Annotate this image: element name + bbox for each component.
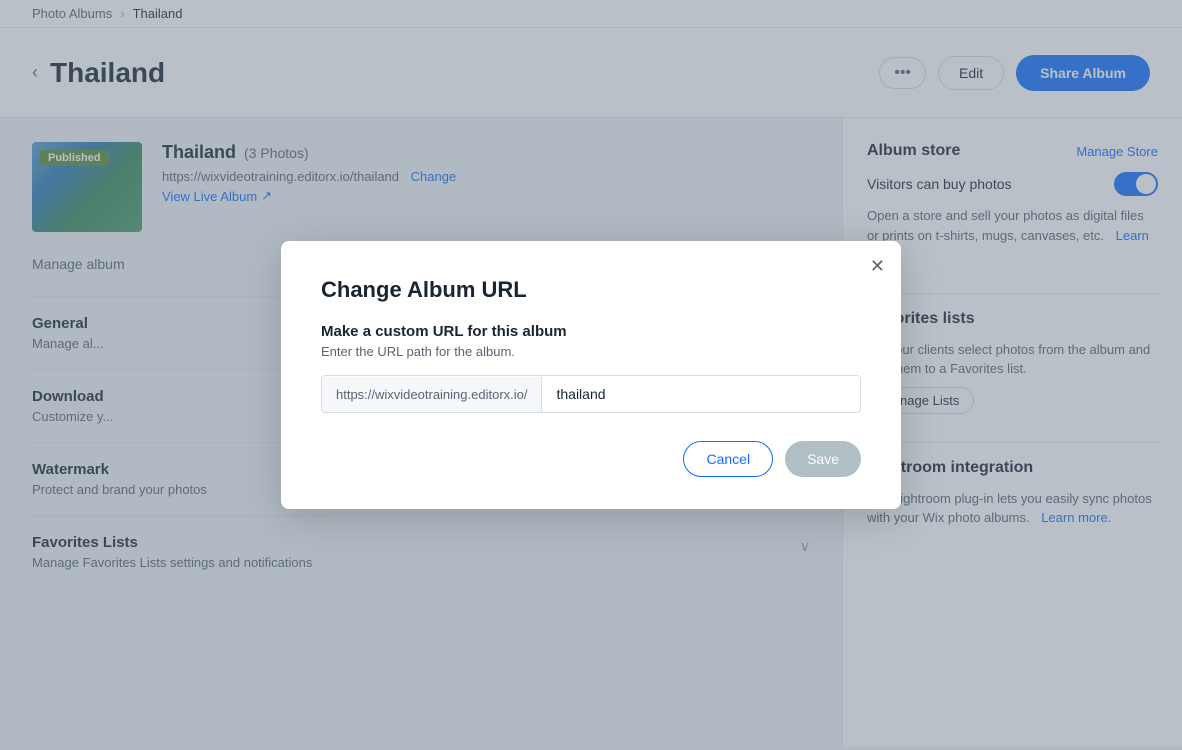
url-base-text: https://wixvideotraining.editorx.io/: [322, 377, 542, 412]
modal-close-button[interactable]: ✕: [870, 257, 885, 275]
url-path-input[interactable]: [542, 376, 860, 412]
modal-subtitle: Make a custom URL for this album: [321, 323, 861, 340]
change-album-url-modal: ✕ Change Album URL Make a custom URL for…: [281, 241, 901, 509]
modal-overlay[interactable]: ✕ Change Album URL Make a custom URL for…: [0, 0, 1182, 750]
url-input-row: https://wixvideotraining.editorx.io/: [321, 375, 861, 413]
modal-actions: Cancel Save: [321, 441, 861, 477]
modal-hint: Enter the URL path for the album.: [321, 344, 861, 359]
cancel-button[interactable]: Cancel: [683, 441, 773, 477]
modal-title: Change Album URL: [321, 277, 861, 303]
save-button[interactable]: Save: [785, 441, 861, 477]
